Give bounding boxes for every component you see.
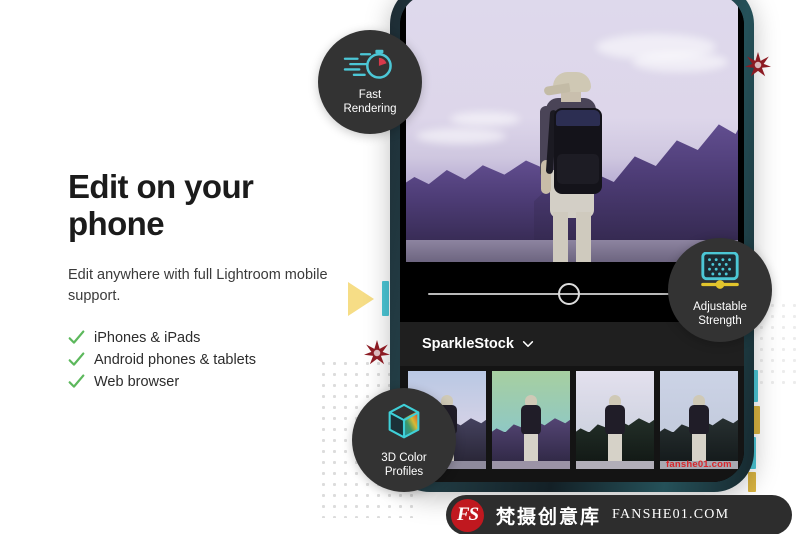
chevron-down-icon[interactable] [521,337,535,351]
check-icon [68,374,85,389]
preset-thumb-3[interactable] [576,371,654,469]
badge-adjustable-strength: Adjustable Strength [668,238,772,342]
feature-label: iPhones & iPads [94,329,201,346]
watermark-brand-cn: 梵摄创意库 [496,505,602,528]
fs-logo-icon: FS [451,498,484,532]
preset-thumb-2[interactable] [492,371,570,469]
list-item: Web browser [68,373,336,390]
list-item: Android phones & tablets [68,351,336,368]
page-title: Edit on your phone [68,168,254,243]
slider-handle-icon[interactable] [558,283,580,305]
badge-3d-color-profiles: 3D Color Profiles [352,388,456,492]
feature-list: iPhones & iPads Android phones & tablets… [68,329,336,390]
watermark-url: FANSHE01.COM [612,507,730,522]
feature-label: Android phones & tablets [94,351,257,368]
grid-slider-icon [701,251,739,289]
preset-title: SparkleStock [422,336,514,352]
left-text-column: Edit on your phone Edit anywhere with fu… [68,168,336,395]
check-icon [68,352,85,367]
color-cube-icon [388,403,420,439]
red-starburst-icon-right [745,52,771,77]
watermark-bar: FS 梵摄创意库 FANSHE01.COM [446,495,792,534]
stopwatch-speed-icon [343,49,392,79]
subheading-text: Edit anywhere with full Lightroom mobile… [68,266,328,305]
hiker-with-backpack-photo [406,0,738,262]
badge-fast-rendering: Fast Rendering [318,30,422,134]
fs-logo-text: FS [456,504,479,525]
badge-label: Adjustable Strength [693,300,747,327]
teal-bar-left [382,281,389,316]
check-icon [68,330,85,345]
screenshot-canvas: Edit on your phone Edit anywhere with fu… [0,0,800,534]
hiker-figure [534,72,612,262]
yellow-triangle-icon [348,282,374,316]
phone-screen: SparkleStock [400,0,744,482]
list-item: iPhones & iPads [68,329,336,346]
badge-label: 3D Color Profiles [381,451,427,478]
yellow-bar-right-2 [748,472,756,492]
red-starburst-icon-left [364,340,390,365]
photo-viewport [400,0,744,266]
preset-thumb-4[interactable] [660,371,738,469]
small-url-watermark: fanshe01.com [666,459,732,470]
feature-label: Web browser [94,373,180,390]
badge-label: Fast Rendering [343,88,397,115]
